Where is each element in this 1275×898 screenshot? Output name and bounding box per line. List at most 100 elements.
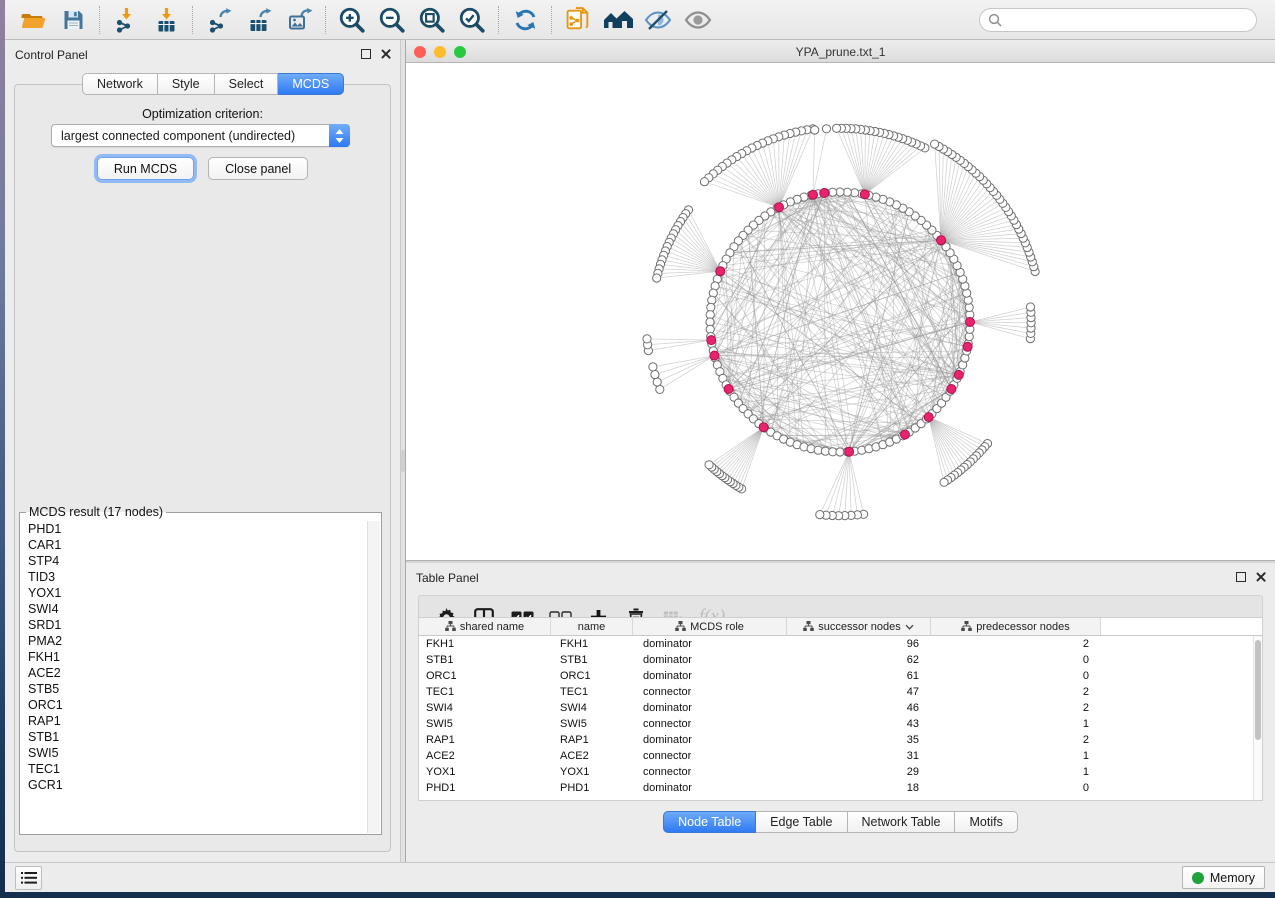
- column-header-successor-nodes[interactable]: successor nodes: [787, 618, 931, 635]
- network-hub-node[interactable]: [809, 190, 818, 199]
- table-row[interactable]: SWI4SWI4dominator462: [419, 700, 1253, 716]
- export-network-button[interactable]: [199, 3, 239, 37]
- network-hub-node[interactable]: [966, 318, 975, 327]
- close-table-panel-icon[interactable]: [1255, 571, 1267, 583]
- network-hub-node[interactable]: [963, 342, 972, 351]
- table-scrollbar[interactable]: [1253, 636, 1262, 800]
- mcds-node-item[interactable]: STB5: [21, 681, 367, 697]
- network-node[interactable]: [643, 335, 651, 343]
- column-header-shared-name[interactable]: shared name: [419, 618, 551, 635]
- network-hub-node[interactable]: [710, 351, 719, 360]
- tab-node-table[interactable]: Node Table: [663, 811, 756, 833]
- clone-network-button[interactable]: [558, 3, 598, 37]
- column-header-MCDS-role[interactable]: MCDS role: [633, 618, 787, 635]
- network-hub-node[interactable]: [716, 267, 725, 276]
- network-node[interactable]: [700, 178, 708, 186]
- import-table-button[interactable]: [146, 3, 186, 37]
- network-node[interactable]: [649, 363, 657, 371]
- network-node[interactable]: [653, 274, 661, 282]
- mcds-node-item[interactable]: YOX1: [21, 585, 367, 601]
- memory-button[interactable]: Memory: [1182, 866, 1265, 889]
- tab-select[interactable]: Select: [215, 73, 279, 95]
- network-hub-node[interactable]: [947, 385, 956, 394]
- network-hub-node[interactable]: [954, 370, 963, 379]
- network-hub-node[interactable]: [775, 203, 784, 212]
- tab-network-table[interactable]: Network Table: [848, 811, 956, 833]
- network-hub-node[interactable]: [845, 447, 854, 456]
- network-node[interactable]: [811, 126, 819, 134]
- table-row[interactable]: STB1STB1dominator620: [419, 652, 1253, 668]
- mcds-node-item[interactable]: STB1: [21, 729, 367, 745]
- table-row[interactable]: SWI5SWI5connector431: [419, 716, 1253, 732]
- mcds-node-item[interactable]: ACE2: [21, 665, 367, 681]
- close-panel-button[interactable]: Close panel: [208, 157, 308, 180]
- run-mcds-button[interactable]: Run MCDS: [97, 157, 194, 180]
- network-node[interactable]: [705, 461, 713, 469]
- network-hub-node[interactable]: [924, 413, 933, 422]
- task-history-button[interactable]: [15, 866, 42, 890]
- float-table-panel-icon[interactable]: [1236, 572, 1246, 582]
- tab-style[interactable]: Style: [158, 73, 215, 95]
- open-file-button[interactable]: [13, 3, 53, 37]
- network-hub-node[interactable]: [820, 189, 829, 198]
- home-button[interactable]: [598, 3, 638, 37]
- table-scrollbar-thumb[interactable]: [1255, 640, 1261, 740]
- hide-selected-button[interactable]: [638, 3, 678, 37]
- import-network-button[interactable]: [106, 3, 146, 37]
- table-row[interactable]: RAP1RAP1dominator352: [419, 732, 1253, 748]
- show-all-button[interactable]: [678, 3, 718, 37]
- tab-mcds[interactable]: MCDS: [278, 73, 344, 95]
- mcds-node-item[interactable]: GCR1: [21, 777, 367, 793]
- save-session-button[interactable]: [53, 3, 93, 37]
- tab-motifs[interactable]: Motifs: [955, 811, 1017, 833]
- network-node[interactable]: [653, 378, 661, 386]
- table-row[interactable]: ORC1ORC1dominator610: [419, 668, 1253, 684]
- close-window-icon[interactable]: [414, 46, 426, 58]
- mcds-node-item[interactable]: SWI4: [21, 601, 367, 617]
- column-header-name[interactable]: name: [551, 618, 633, 635]
- network-node[interactable]: [931, 140, 939, 148]
- mcds-node-item[interactable]: TEC1: [21, 761, 367, 777]
- mcds-node-item[interactable]: CAR1: [21, 537, 367, 553]
- table-row[interactable]: ACE2ACE2connector311: [419, 748, 1253, 764]
- float-panel-icon[interactable]: [361, 49, 371, 59]
- network-node[interactable]: [833, 124, 841, 132]
- network-hub-node[interactable]: [901, 430, 910, 439]
- mcds-node-item[interactable]: RAP1: [21, 713, 367, 729]
- splitter-grip[interactable]: [401, 450, 405, 472]
- network-node[interactable]: [940, 478, 948, 486]
- network-node[interactable]: [1026, 303, 1034, 311]
- network-graph[interactable]: [406, 63, 1275, 560]
- export-table-button[interactable]: [239, 3, 279, 37]
- maximize-window-icon[interactable]: [454, 46, 466, 58]
- search-input[interactable]: [1007, 13, 1248, 27]
- zoom-selected-button[interactable]: [452, 3, 492, 37]
- zoom-in-button[interactable]: [332, 3, 372, 37]
- mcds-scrollbar[interactable]: [367, 521, 380, 833]
- network-hub-node[interactable]: [759, 423, 768, 432]
- mcds-node-item[interactable]: SRD1: [21, 617, 367, 633]
- mcds-node-item[interactable]: STP4: [21, 553, 367, 569]
- mcds-node-item[interactable]: TID3: [21, 569, 367, 585]
- network-view[interactable]: [406, 63, 1275, 560]
- mcds-node-item[interactable]: ORC1: [21, 697, 367, 713]
- network-node[interactable]: [822, 125, 830, 133]
- close-panel-icon[interactable]: [380, 48, 392, 60]
- network-hub-node[interactable]: [724, 385, 733, 394]
- table-row[interactable]: TEC1TEC1connector472: [419, 684, 1253, 700]
- network-hub-node[interactable]: [937, 236, 946, 245]
- zoom-fit-button[interactable]: [412, 3, 452, 37]
- column-header-predecessor-nodes[interactable]: predecessor nodes: [931, 618, 1101, 635]
- network-node[interactable]: [816, 511, 824, 519]
- table-row[interactable]: YOX1YOX1connector291: [419, 764, 1253, 780]
- minimize-window-icon[interactable]: [434, 46, 446, 58]
- optimization-select[interactable]: largest connected component (undirected): [51, 124, 350, 147]
- mcds-node-item[interactable]: PMA2: [21, 633, 367, 649]
- table-row[interactable]: PHD1PHD1dominator180: [419, 780, 1253, 796]
- network-node[interactable]: [651, 370, 659, 378]
- zoom-out-button[interactable]: [372, 3, 412, 37]
- network-hub-node[interactable]: [860, 190, 869, 199]
- tab-edge-table[interactable]: Edge Table: [756, 811, 847, 833]
- mcds-node-item[interactable]: SWI5: [21, 745, 367, 761]
- network-hub-node[interactable]: [707, 336, 716, 345]
